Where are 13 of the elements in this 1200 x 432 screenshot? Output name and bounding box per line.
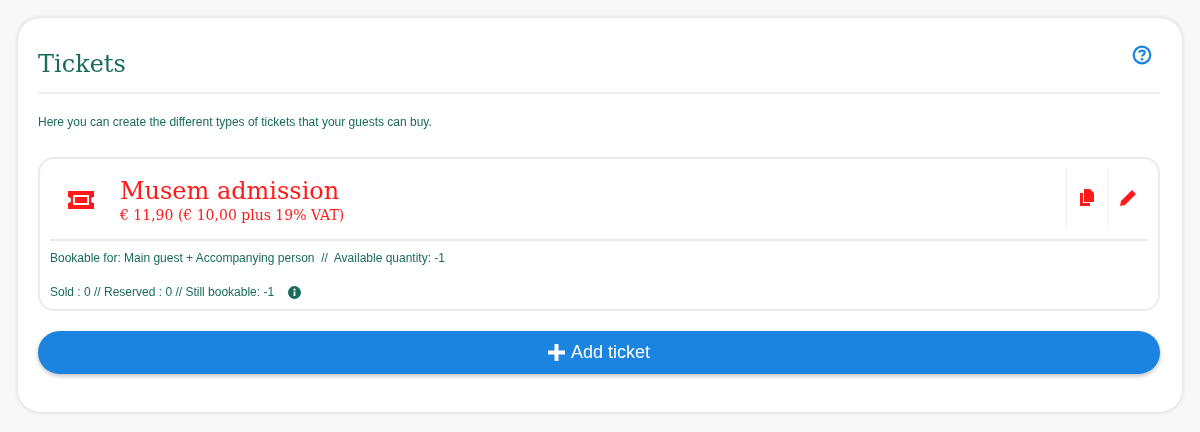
stats-text: Sold : 0 // Reserved : 0 // Still bookable: -1: [50, 285, 275, 299]
panel-title: Tickets: [38, 50, 126, 78]
plus-icon: [547, 344, 565, 361]
info-icon[interactable]: [288, 285, 302, 299]
pencil-icon: [1119, 189, 1137, 207]
description-text: Here you can create the different types of tickets that your guests can buy.: [38, 115, 433, 129]
help-icon[interactable]: [1132, 45, 1152, 65]
bookable-text: Bookable for: Main guest + Accompanying person // Available quantity: -1: [50, 251, 446, 265]
ticket-name: Musem admission: [120, 177, 341, 205]
copy-icon: [1079, 189, 1095, 207]
add-ticket-button[interactable]: Add ticket: [38, 331, 1160, 374]
ticket-icon: [66, 189, 96, 211]
ticket-price: € 11,90 (€ 10,00 plus 19% VAT): [120, 207, 346, 223]
